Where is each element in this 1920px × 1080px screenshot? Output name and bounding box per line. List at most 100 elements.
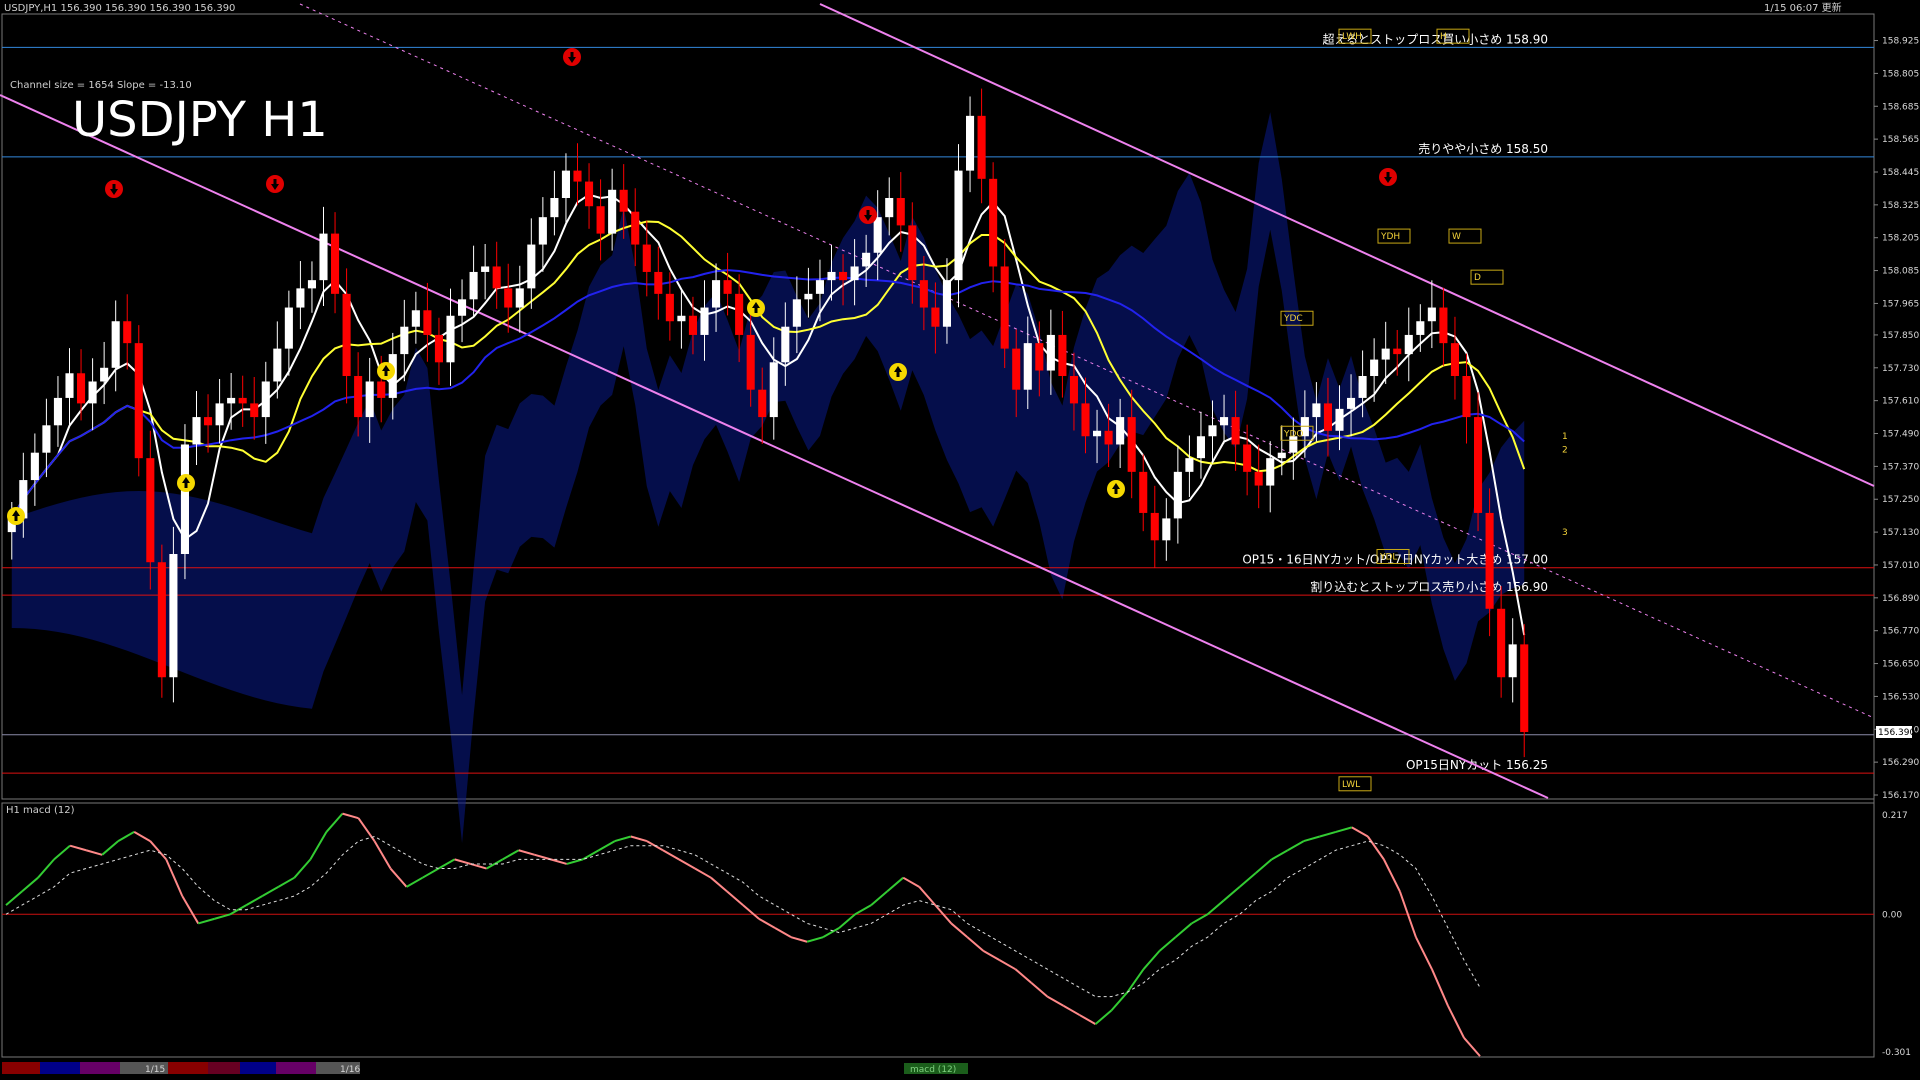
- candle-body: [504, 288, 513, 308]
- level-label: 売りやや小さめ 158.50: [1418, 141, 1548, 156]
- candle-body: [1416, 321, 1425, 335]
- candle-body: [665, 293, 674, 322]
- symbol-line: USDJPY,H1 156.390 156.390 156.390 156.39…: [4, 3, 235, 14]
- candle-body: [296, 288, 305, 308]
- macd-title: H1 macd (12): [6, 805, 75, 816]
- tick-label: 156.890: [1882, 594, 1919, 604]
- candle-body: [631, 211, 640, 245]
- current-price-label: 156.390: [1878, 728, 1915, 738]
- candle-body: [1277, 452, 1286, 459]
- candle-body: [238, 397, 247, 404]
- tag-label: YDH: [1380, 232, 1400, 242]
- candle-body: [619, 189, 628, 212]
- tick-label: 157.965: [1882, 299, 1919, 309]
- candle-body: [1370, 359, 1379, 377]
- candle-body: [688, 315, 697, 335]
- candle-body: [88, 381, 97, 404]
- candle-body: [677, 315, 686, 322]
- candle-body: [65, 373, 74, 398]
- candle-body: [492, 266, 501, 289]
- candle-body: [723, 280, 732, 294]
- candle-body: [1427, 307, 1436, 322]
- candle-body: [1439, 307, 1448, 344]
- level-label: 割り込むとストップロス売り小さめ 156.90: [1310, 579, 1548, 594]
- candle-body: [157, 562, 166, 678]
- candle-body: [1139, 471, 1148, 513]
- tick-label: 158.445: [1882, 168, 1919, 178]
- tag-label: W: [1452, 232, 1461, 242]
- candle-body: [561, 170, 570, 199]
- tick-label: 156.290: [1882, 758, 1919, 768]
- candle-body: [1497, 608, 1506, 678]
- tick-label: 158.685: [1882, 102, 1919, 112]
- candle-body: [411, 310, 420, 327]
- candle-body: [446, 315, 455, 363]
- candle-body: [192, 417, 201, 445]
- candle-body: [1462, 376, 1471, 418]
- candle-body: [1393, 348, 1402, 355]
- candle-body: [966, 115, 975, 171]
- candle-body: [134, 343, 143, 459]
- bottom-date-2: 1/16: [340, 1065, 360, 1075]
- candle-body: [273, 348, 282, 382]
- candle-body: [527, 244, 536, 289]
- candle-body: [1069, 376, 1078, 404]
- channel-info: Channel size = 1654 Slope = -13.10: [10, 80, 192, 91]
- candle-body: [1023, 343, 1032, 390]
- chart-canvas[interactable]: 超えるとストップロス買い小さめ 158.90売りやや小さめ 158.50OP15…: [0, 0, 1920, 1080]
- candle-body: [700, 307, 709, 335]
- candle-body: [977, 115, 986, 179]
- tick-label: 156.530: [1882, 692, 1919, 702]
- tick-label: 157.850: [1882, 331, 1919, 341]
- tag-label: 2: [1562, 446, 1568, 456]
- tag-label: YDC: [1283, 314, 1303, 324]
- candle-body: [1312, 403, 1321, 418]
- candle-body: [1046, 334, 1055, 371]
- macd-tab-button[interactable]: macd (12): [910, 1065, 956, 1075]
- bottom-date-1: 1/15: [145, 1065, 165, 1075]
- candle-body: [654, 271, 663, 294]
- macd-tick-label: -0.301: [1882, 1048, 1911, 1058]
- candle-body: [839, 271, 848, 281]
- candle-body: [1208, 425, 1217, 437]
- candle-body: [1000, 266, 1009, 349]
- macd-tick-label: 0.00: [1882, 910, 1902, 920]
- candle-body: [77, 373, 86, 404]
- tag-label: LWH: [1342, 32, 1362, 42]
- candle-body: [307, 280, 316, 289]
- candle-body: [1323, 403, 1332, 431]
- tick-label: 157.730: [1882, 364, 1919, 374]
- candle-body: [827, 271, 836, 281]
- candle-body: [989, 178, 998, 267]
- candle-body: [1347, 397, 1356, 409]
- candle-body: [1093, 430, 1102, 437]
- candle-body: [377, 381, 386, 398]
- candle-body: [354, 376, 363, 418]
- candle-body: [712, 280, 721, 308]
- candle-body: [215, 403, 224, 426]
- tick-label: 157.130: [1882, 528, 1919, 538]
- tick-label: 157.490: [1882, 430, 1919, 440]
- candle-body: [1254, 471, 1263, 486]
- candle-body: [1035, 343, 1044, 371]
- tag-label: YDL: [1379, 552, 1397, 562]
- tag-label: H: [1440, 32, 1447, 42]
- candle-body: [942, 280, 951, 327]
- candle-body: [873, 217, 882, 253]
- tick-label: 156.770: [1882, 627, 1919, 637]
- tick-label: 158.565: [1882, 135, 1919, 145]
- candle-body: [954, 170, 963, 281]
- candle-body: [169, 554, 178, 678]
- candle-body: [284, 307, 293, 349]
- candle-body: [1358, 376, 1367, 398]
- candle-body: [642, 244, 651, 272]
- candle-body: [458, 299, 467, 316]
- tick-label: 158.205: [1882, 234, 1919, 244]
- clock-text: 1/15 06:07 更新: [1764, 1, 1842, 14]
- candle-body: [42, 425, 51, 453]
- candle-body: [1220, 417, 1229, 426]
- tag-label: 1: [1562, 432, 1568, 442]
- tick-label: 157.610: [1882, 397, 1919, 407]
- candle-body: [850, 266, 859, 281]
- candle-body: [342, 293, 351, 377]
